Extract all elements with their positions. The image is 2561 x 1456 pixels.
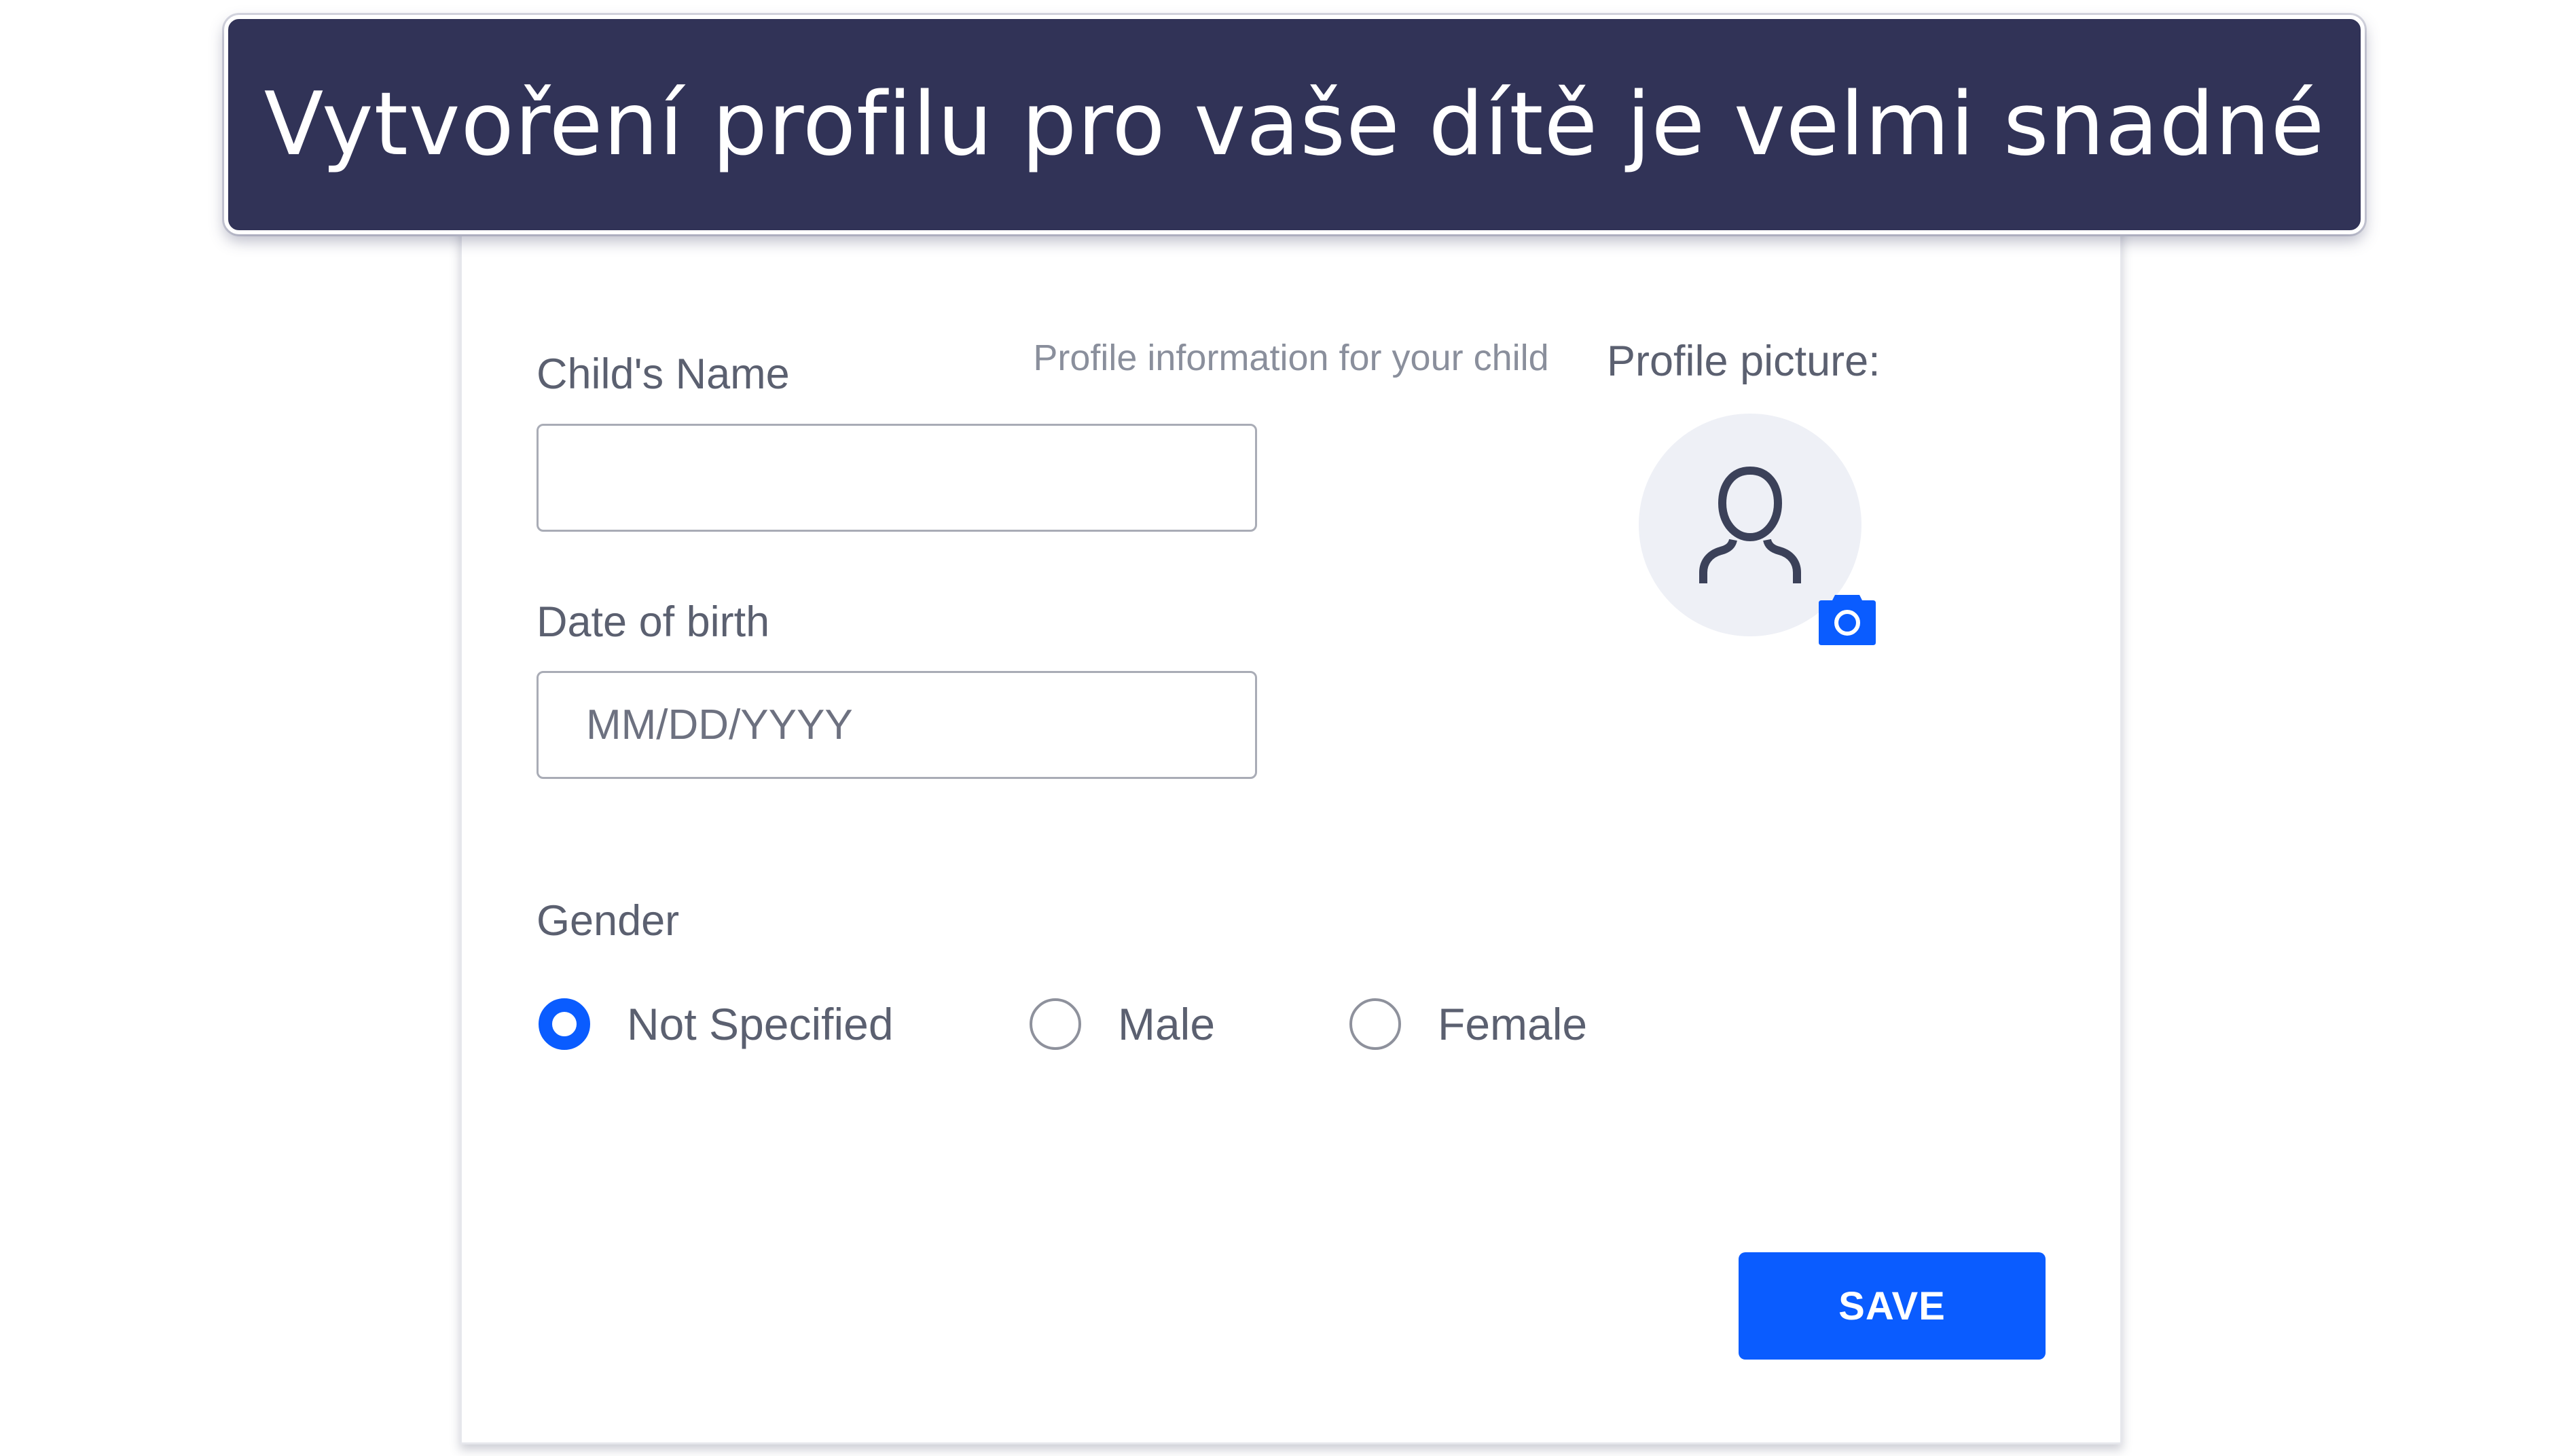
gender-option-female[interactable]: Female <box>1349 996 1587 1053</box>
radio-female[interactable] <box>1349 998 1401 1050</box>
radio-not-specified[interactable] <box>539 998 590 1050</box>
save-button[interactable]: SAVE <box>1739 1252 2046 1360</box>
radio-label-not-specified: Not Specified <box>627 999 894 1049</box>
profile-form-card: Profile information for your child <box>460 136 2122 1444</box>
caption-banner: Vytvoření profilu pro vaše dítě je velmi… <box>224 15 2365 234</box>
user-outline-icon <box>1699 466 1801 583</box>
gender-option-male[interactable]: Male <box>1030 996 1215 1053</box>
date-of-birth-label: Date of birth <box>537 598 770 646</box>
banner-title: Vytvoření profilu pro vaše dítě je velmi… <box>264 74 2325 175</box>
gender-option-not-specified[interactable]: Not Specified <box>539 996 894 1053</box>
profile-picture-label: Profile picture: <box>1607 338 1881 385</box>
radio-label-female: Female <box>1438 999 1588 1049</box>
radio-label-male: Male <box>1118 999 1216 1049</box>
child-name-label: Child's Name <box>537 350 790 398</box>
gender-label: Gender <box>537 897 680 945</box>
child-name-input[interactable] <box>537 424 1257 532</box>
camera-icon[interactable] <box>1817 592 1877 647</box>
radio-male[interactable] <box>1030 998 1081 1050</box>
date-of-birth-input[interactable] <box>537 671 1257 779</box>
